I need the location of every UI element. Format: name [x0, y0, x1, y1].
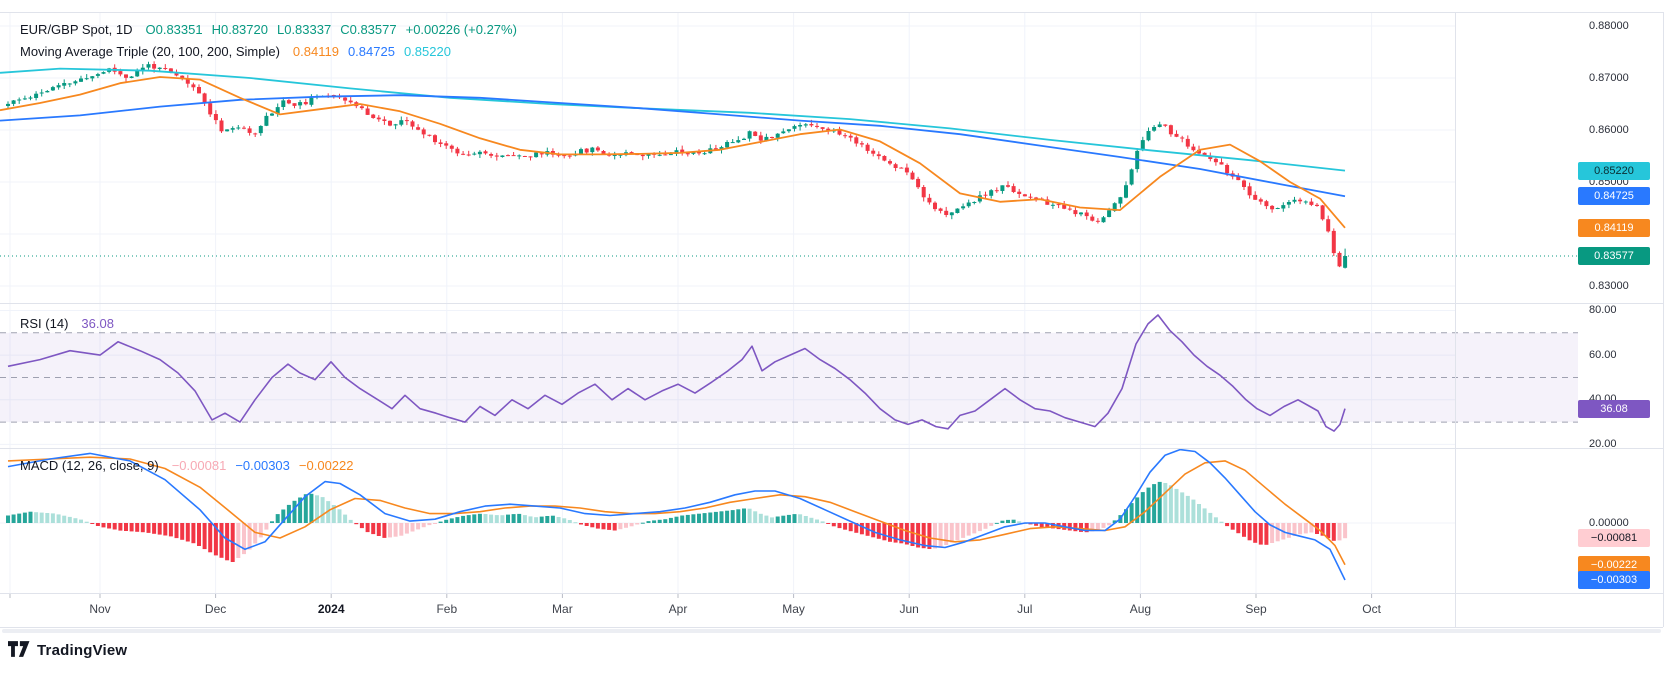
macd-signal-value: −0.00222 — [299, 458, 354, 473]
macd-hist-value: −0.00081 — [172, 458, 227, 473]
time-axis-month-label: Sep — [1245, 602, 1266, 616]
time-axis-month-label: Dec — [205, 602, 226, 616]
candlesticks — [6, 61, 1347, 268]
price-axis-tick: 0.88000 — [1589, 20, 1649, 33]
time-axis-month-label: Oct — [1362, 602, 1381, 616]
time-axis-month-label: Mar — [552, 602, 573, 616]
price-badge-ma20: 0.84119 — [1578, 219, 1650, 237]
ma20-value: 0.84119 — [293, 44, 339, 59]
macd-axis-tick: 0.00000 — [1589, 517, 1649, 530]
time-axis-month-label: Aug — [1130, 602, 1151, 616]
price-legend[interactable]: EUR/GBP Spot, 1D O0.83351 H0.83720 L0.83… — [20, 22, 517, 37]
rsi-axis-tick: 20.00 — [1589, 438, 1649, 451]
ma-legend-label: Moving Average Triple (20, 100, 200, Sim… — [20, 44, 280, 59]
ma100-value: 0.84725 — [348, 44, 395, 59]
macd-legend[interactable]: MACD (12, 26, close, 9) −0.00081 −0.0030… — [20, 458, 354, 473]
ohlc-close: C0.83577 — [340, 22, 396, 37]
macd-legend-label: MACD (12, 26, close, 9) — [20, 458, 159, 473]
ohlc-high: H0.83720 — [212, 22, 268, 37]
ohlc-low: L0.83337 — [277, 22, 331, 37]
ma200-line — [0, 69, 1345, 171]
ohlc-open: O0.83351 — [145, 22, 202, 37]
time-axis-month-label: Jul — [1017, 602, 1032, 616]
tradingview-attribution[interactable]: TradingView — [8, 641, 127, 659]
rsi-value-badge: 36.08 — [1578, 400, 1650, 418]
ma-legend[interactable]: Moving Average Triple (20, 100, 200, Sim… — [20, 44, 451, 59]
tradingview-logo-icon — [8, 641, 31, 659]
rsi-axis-tick: 80.00 — [1589, 304, 1649, 317]
macd-badge-hist: −0.00081 — [1578, 529, 1650, 547]
price-badge-ma100: 0.84725 — [1578, 187, 1650, 205]
rsi-legend[interactable]: RSI (14) 36.08 — [20, 316, 114, 331]
macd-line-value: −0.00303 — [235, 458, 290, 473]
tradingview-brand-text: TradingView — [37, 642, 127, 659]
time-axis-month-label: Jun — [900, 602, 919, 616]
time-axis-month-label: Feb — [436, 602, 457, 616]
macd-badge-macd: −0.00303 — [1578, 571, 1650, 589]
tradingview-chart-widget: EUR/GBP Spot, 1D O0.83351 H0.83720 L0.83… — [0, 0, 1674, 674]
rsi-legend-label: RSI (14) — [20, 316, 68, 331]
ma200-value: 0.85220 — [404, 44, 451, 59]
price-axis-tick: 0.87000 — [1589, 72, 1649, 85]
time-axis-month-label: Apr — [669, 602, 688, 616]
ma20-line — [0, 77, 1345, 228]
rsi-value: 36.08 — [81, 316, 114, 331]
time-axis-month-label: 2024 — [318, 602, 345, 616]
time-axis-month-label: May — [782, 602, 805, 616]
rsi-band — [0, 333, 1578, 422]
price-axis-tick: 0.83000 — [1589, 280, 1649, 293]
symbol-title: EUR/GBP Spot, 1D — [20, 22, 132, 37]
ohlc-change: +0.00226 (+0.27%) — [406, 22, 517, 37]
chart-canvas[interactable] — [0, 0, 1674, 674]
price-badge-close: 0.83577 — [1578, 247, 1650, 265]
rsi-axis-tick: 60.00 — [1589, 349, 1649, 362]
time-axis-month-label: Nov — [89, 602, 110, 616]
price-badge-ma200: 0.85220 — [1578, 162, 1650, 180]
price-axis-tick: 0.86000 — [1589, 124, 1649, 137]
